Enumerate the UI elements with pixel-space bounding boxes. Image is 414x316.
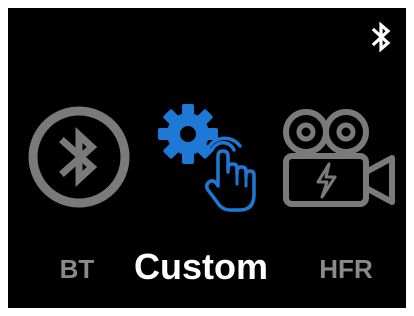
bluetooth-circle-icon [28,106,130,208]
mode-bt[interactable] [26,104,132,210]
video-camera-flash-icon [283,109,395,207]
gear-tap-icon [158,104,256,212]
bluetooth-status-icon [368,20,394,54]
mode-label-bt: BT [59,254,95,284]
device-screen: BT Custom HFR [8,8,406,308]
mode-custom[interactable] [156,102,272,218]
mode-hfr[interactable] [276,104,400,210]
mode-label-hfr: HFR [319,254,373,284]
mode-label-custom: Custom [134,246,268,287]
